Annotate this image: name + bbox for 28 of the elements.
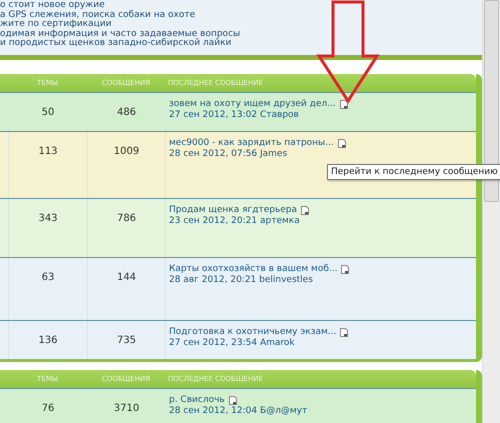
info-text: жите по сертификации [0, 20, 112, 30]
last-post-meta: 28 авг 2012, 20:21 belinvestles [169, 274, 314, 286]
page-icon[interactable] [341, 264, 350, 274]
page-icon[interactable] [301, 206, 310, 215]
topics-count: 136 [8, 320, 87, 359]
last-post-meta: 23 сен 2012, 20:21 артемка [169, 216, 301, 227]
info-text: одимая информация и часто задаваемые вопросы [0, 30, 242, 39]
last-post-meta: 27 сен 2012, 13:02 Ставров [169, 110, 300, 121]
last-post-meta: 28 сен 2012, 12:04 Б@л@мут [169, 406, 308, 417]
last-post-link[interactable]: Подготовка к охотничьему экзам... [169, 326, 336, 338]
posts-count: 735 [87, 320, 165, 359]
last-post-link[interactable]: Продам щенка ягдтерьера [169, 204, 298, 216]
last-post-meta: 28 сен 2012, 07:56 James [169, 148, 288, 160]
last-post-link[interactable]: мес9000 - как зарядить патроны... [169, 138, 334, 149]
info-text: а GPS слежения, поиска собаки на охоте [0, 10, 196, 20]
page-icon[interactable] [340, 100, 348, 109]
last-post-link[interactable]: Карты охотхозяйств в вашем моб... [169, 264, 338, 275]
last-post-meta: 27 сен 2012, 23:54 Amarok [169, 338, 296, 349]
page-icon[interactable] [338, 138, 346, 148]
tooltip: Перейти к последнему сообщению [327, 164, 500, 180]
posts-count: 3710 [87, 388, 165, 423]
last-post-link[interactable]: зовем на охоту ищем друзей дел... [169, 98, 336, 110]
last-post-link[interactable]: р. Свислочь [169, 394, 225, 406]
info-text: и породистых щенков западно-сибирской лайки [0, 39, 232, 49]
page-icon[interactable] [340, 328, 348, 337]
info-text: о стоит новое оружие [0, 1, 106, 10]
topics-count: 76 [8, 388, 87, 423]
page-icon[interactable] [228, 396, 237, 405]
